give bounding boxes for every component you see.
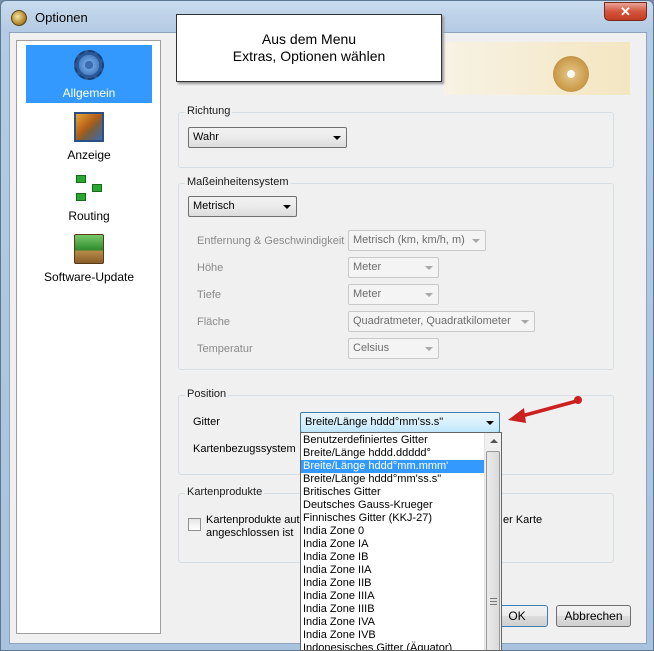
grid-dropdown-list[interactable]: Benutzerdefiniertes Gitter Breite/Länge h… [300, 432, 502, 651]
cancel-button[interactable]: Abbrechen [556, 605, 631, 627]
chevron-down-icon [425, 266, 433, 270]
chevron-down-icon [425, 293, 433, 297]
select-value: Metrisch (km, km/h, m) [353, 234, 465, 246]
dropdown-option[interactable]: Britisches Gitter [301, 486, 485, 499]
group-title: Maßeinheitensystem [185, 176, 291, 188]
dropdown-option[interactable]: India Zone IVA [301, 616, 485, 629]
chevron-down-icon [521, 320, 529, 324]
richtung-group: Richtung Wahr [178, 105, 614, 168]
units-group: Maßeinheitensystem Metrisch Entfernung &… [178, 176, 614, 370]
callout-line: Aus dem Menu [261, 31, 357, 47]
unit-system-select[interactable]: Metrisch [188, 196, 297, 217]
nav-item-anzeige[interactable]: Anzeige [26, 107, 152, 165]
dropdown-option[interactable]: Breite/Länge hddd°mm'ss.s" [301, 473, 485, 486]
dropdown-option[interactable]: India Zone IB [301, 551, 485, 564]
routing-icon [74, 173, 104, 203]
nav-item-allgemein[interactable]: Allgemein [26, 45, 152, 103]
area-label: Fläche [197, 316, 231, 328]
depth-label: Tiefe [197, 289, 222, 301]
dropdown-option[interactable]: Indonesisches Gitter (Äquator) [301, 642, 485, 650]
dropdown-option[interactable]: Deutsches Gauss-Krueger [301, 499, 485, 512]
checkbox-label: Kartenprodukte auto angeschlossen ist [206, 514, 306, 540]
dropdown-option[interactable]: Finnisches Gitter (KKJ-27) [301, 512, 485, 525]
temperature-select: Celsius [348, 338, 439, 359]
datum-label: Kartenbezugssystem [193, 443, 296, 455]
dropdown-option[interactable]: India Zone 0 [301, 525, 485, 538]
distance-speed-label: Entfernung & Geschwindigkeit [197, 235, 345, 247]
close-button[interactable]: ✕ [604, 2, 647, 21]
select-value: Metrisch [193, 200, 235, 212]
pointer-arrow-icon [508, 396, 582, 423]
richtung-select[interactable]: Wahr [188, 127, 347, 148]
display-icon [74, 112, 104, 142]
grid-label: Gitter [193, 416, 220, 428]
compass-icon [553, 56, 589, 92]
dropdown-option[interactable]: Breite/Länge hddd°mm.mmm' [301, 460, 485, 473]
window-title: Optionen [35, 10, 88, 25]
map-products-checkbox[interactable] [188, 518, 201, 531]
dropdown-option[interactable]: Benutzerdefiniertes Gitter [301, 434, 485, 447]
dropdown-option[interactable]: India Zone IIB [301, 577, 485, 590]
chevron-down-icon [283, 205, 291, 209]
callout-line: Extras, Optionen wählen [232, 48, 386, 64]
scrollbar-thumb[interactable] [486, 451, 500, 650]
software-update-icon [74, 234, 104, 264]
select-value: Quadratmeter, Quadratkilometer [353, 315, 511, 327]
grid-select[interactable]: Breite/Länge hddd°mm'ss.s" [300, 412, 500, 433]
chevron-down-icon [486, 421, 494, 425]
chevron-down-icon [472, 239, 480, 243]
distance-speed-select: Metrisch (km, km/h, m) [348, 230, 486, 251]
dropdown-option[interactable]: India Zone IIIA [301, 590, 485, 603]
select-value: Breite/Länge hddd°mm'ss.s" [305, 416, 444, 428]
nav-item-label: Routing [68, 209, 110, 223]
dropdown-option[interactable]: India Zone IVB [301, 629, 485, 642]
dropdown-option[interactable]: Breite/Länge hddd.ddddd° [301, 447, 485, 460]
group-title: Richtung [185, 105, 233, 117]
nav-item-label: Software-Update [43, 270, 135, 284]
category-nav: Allgemein Anzeige Routing Software-Updat… [16, 40, 161, 634]
area-select: Quadratmeter, Quadratkilometer [348, 311, 535, 332]
app-icon [11, 10, 27, 26]
select-value: Meter [353, 288, 382, 300]
height-select: Meter [348, 257, 439, 278]
gear-icon [74, 50, 104, 80]
chevron-down-icon [333, 136, 341, 140]
temperature-label: Temperatur [197, 343, 253, 355]
select-value: Meter [353, 261, 382, 273]
nav-item-software-update[interactable]: Software-Update [26, 229, 152, 287]
dropdown-option[interactable]: India Zone IIA [301, 564, 485, 577]
group-title: Position [185, 388, 229, 400]
checkbox-label-line: angeschlossen ist [206, 527, 294, 539]
nav-item-label: Anzeige [67, 148, 111, 162]
chevron-down-icon [425, 347, 433, 351]
checkbox-label-tail: er Karte [503, 514, 543, 526]
instruction-callout: Aus dem Menu Extras, Optionen wählen [176, 14, 442, 82]
nav-item-routing[interactable]: Routing [26, 168, 152, 226]
height-label: Höhe [197, 262, 224, 274]
checkbox-label-line: Kartenprodukte auto [206, 514, 306, 526]
header-banner [444, 42, 630, 95]
select-value: Wahr [193, 131, 219, 143]
scroll-up-icon[interactable] [485, 433, 501, 450]
select-value: Celsius [353, 342, 390, 354]
dropdown-option[interactable]: India Zone IIIB [301, 603, 485, 616]
group-title: Kartenprodukte [185, 486, 265, 498]
depth-select: Meter [348, 284, 439, 305]
dropdown-scrollbar[interactable] [484, 433, 501, 650]
nav-item-label: Allgemein [62, 86, 116, 100]
dropdown-option[interactable]: India Zone IA [301, 538, 485, 551]
